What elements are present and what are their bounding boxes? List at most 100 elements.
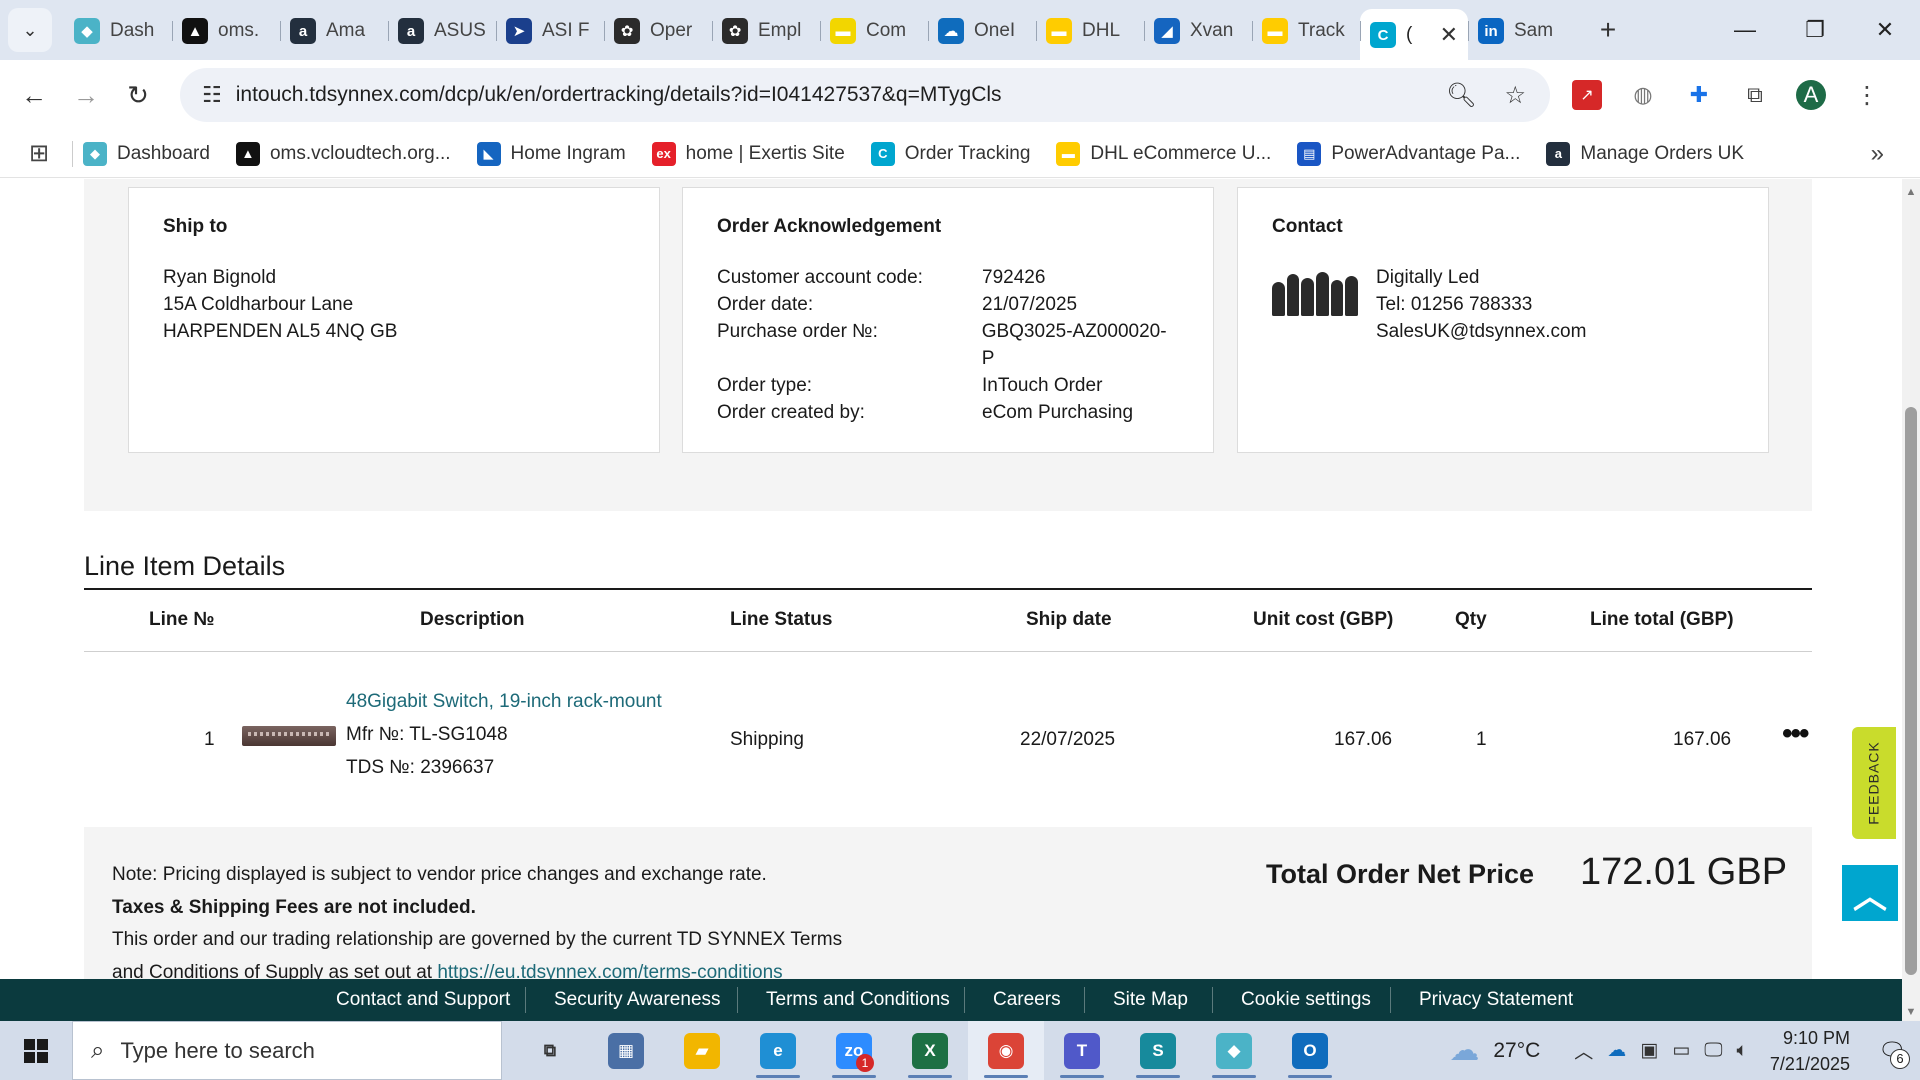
bookmark-item[interactable]: C Order Tracking [870,141,1030,166]
browser-tab[interactable]: ➤ ASI F [496,9,604,53]
taskbar-app[interactable]: O [1272,1021,1348,1080]
reload-button[interactable]: ↻ [112,69,164,121]
bookmark-item[interactable]: ◆ Dashboard [83,141,210,166]
browser-tab[interactable]: ▬ Track [1252,9,1360,53]
url-text[interactable]: intouch.tdsynnex.com/dcp/uk/en/ordertrac… [236,83,1002,107]
browser-tab[interactable]: ▬ Com [820,9,928,53]
contact-phone[interactable]: Tel: 01256 788333 [1376,291,1586,318]
browser-tab[interactable]: ▲ oms. [172,9,280,53]
site-info-icon[interactable]: ☷ [202,82,222,108]
footer-contact-support[interactable]: Contact and Support [336,989,510,1011]
browser-tab[interactable]: in Sam [1468,9,1576,53]
col-header-description[interactable]: Description [420,609,525,631]
tab-title: oms. [218,20,260,41]
bookmark-item[interactable]: a Manage Orders UK [1546,141,1744,166]
col-header-ship-date[interactable]: Ship date [1026,609,1112,631]
browser-tab[interactable]: ✿ Oper [604,9,712,53]
bookmark-item[interactable]: ▲ oms.vcloudtech.org... [235,141,451,166]
page-scrollbar[interactable]: ▲ ▼ [1902,179,1920,1021]
clock-date: 7/21/2025 [1769,1053,1850,1074]
taskbar-app[interactable]: ▦ [588,1021,664,1080]
product-thumbnail[interactable] [242,726,336,746]
close-tab-icon[interactable]: ✕ [1440,22,1458,48]
apps-grid-icon[interactable]: ⊞ [14,139,64,168]
taskbar-app[interactable]: ▰ [664,1021,740,1080]
weather-widget[interactable]: ☁ 27°C [1449,1033,1540,1068]
profile-avatar[interactable]: A [1796,80,1826,110]
col-header-unit-cost[interactable]: Unit cost (GBP) [1253,609,1393,631]
zoom-icon[interactable]: 🔍︎ [1446,81,1476,110]
product-description-link[interactable]: 48Gigabit Switch, 19-inch rack-mount [346,691,662,713]
taskbar-app[interactable]: S [1120,1021,1196,1080]
restore-button[interactable]: ❐ [1780,0,1850,60]
col-header-line-total[interactable]: Line total (GBP) [1590,609,1734,631]
tab-search-button[interactable]: ⌄ [8,8,52,52]
taskbar-app[interactable]: e [740,1021,816,1080]
bookmark-item[interactable]: ▬ DHL eCommerce U... [1056,141,1271,166]
feedback-label: FEEDBACK [1866,741,1882,825]
onedrive-icon[interactable]: ☁ [1607,1039,1626,1062]
footer-security-awareness[interactable]: Security Awareness [554,989,721,1011]
contact-email[interactable]: SalesUK@tdsynnex.com [1376,318,1586,345]
bookmark-item[interactable]: ▤ PowerAdvantage Pa... [1297,141,1520,166]
clock[interactable]: 9:10 PM 7/21/2025 [1770,1025,1850,1077]
footer-separator [1084,987,1085,1013]
footer-site-map[interactable]: Site Map [1113,989,1188,1011]
scrollbar-thumb[interactable] [1905,407,1917,975]
start-button[interactable] [0,1021,72,1080]
browser-tab[interactable]: ☁ OneI [928,9,1036,53]
terms-note-line2: and Conditions of Supply as set out at h… [112,962,783,979]
bookmark-star-icon[interactable]: ☆ [1504,81,1526,110]
footer-privacy-statement[interactable]: Privacy Statement [1419,989,1573,1011]
terms-link[interactable]: https://eu.tdsynnex.com/terms-conditions [437,962,782,979]
crosshair-extension-icon[interactable]: ✚ [1684,80,1714,110]
scroll-up-icon[interactable]: ▲ [1902,183,1920,201]
feedback-button[interactable]: FEEDBACK [1852,727,1896,839]
taskbar-search[interactable]: ⌕ Type here to search [72,1021,502,1080]
taskbar-app[interactable]: ◆ [1196,1021,1272,1080]
browser-tab[interactable]: ◢ Xvan [1144,9,1252,53]
chevron-up-icon[interactable]: ︿ [1574,1037,1593,1064]
footer-careers[interactable]: Careers [993,989,1061,1011]
browser-tab[interactable]: ✿ Empl [712,9,820,53]
menu-kebab-icon[interactable]: ⋮ [1852,80,1882,110]
browser-tab[interactable]: a ASUS [388,9,496,53]
bookmark-item[interactable]: ◣ Home Ingram [476,141,626,166]
extensions-puzzle-icon[interactable]: ⧉ [1740,80,1770,110]
taskbar-app[interactable]: zo 1 [816,1021,892,1080]
more-bookmarks-icon[interactable]: » [1871,140,1884,168]
bookmark-item[interactable]: ex home | Exertis Site [651,141,845,166]
footer-cookie-settings[interactable]: Cookie settings [1241,989,1371,1011]
pdf-extension-icon[interactable]: ↗ [1572,80,1602,110]
browser-tab[interactable]: C (✕ [1360,9,1468,61]
address-bar[interactable]: ☷ intouch.tdsynnex.com/dcp/uk/en/ordertr… [180,68,1550,122]
taskbar-app[interactable]: T [1044,1021,1120,1080]
back-button[interactable]: ← [8,69,60,121]
volume-icon[interactable]: 🔈︎ [1737,1040,1748,1062]
browser-tab[interactable]: ◆ Dash [64,9,172,53]
row-actions-icon[interactable]: ••• [1782,717,1809,751]
col-header-line[interactable]: Line № [149,609,215,631]
taskbar-app[interactable]: X [892,1021,968,1080]
minimize-button[interactable]: — [1710,0,1780,60]
close-window-button[interactable]: ✕ [1850,0,1920,60]
taskbar-app[interactable]: ⧉ [512,1021,588,1080]
scroll-to-top-button[interactable]: ︿ [1842,865,1898,921]
browser-tab[interactable]: a Ama [280,9,388,53]
col-header-line-status[interactable]: Line Status [730,609,832,631]
forward-button[interactable]: → [60,69,112,121]
ship-to-street: 15A Coldharbour Lane [163,294,354,315]
scroll-down-icon[interactable]: ▼ [1902,1003,1920,1021]
taskbar-app[interactable]: ◉ [968,1021,1044,1080]
browser-tab[interactable]: ▬ DHL [1036,9,1144,53]
battery-icon[interactable]: ▭ [1672,1039,1690,1062]
footer-terms[interactable]: Terms and Conditions [766,989,950,1011]
new-tab-button[interactable]: + [1586,8,1630,52]
col-header-qty[interactable]: Qty [1455,609,1487,631]
network-icon[interactable]: 🖵︎ [1704,1040,1722,1062]
notification-center-button[interactable]: 🗨︎ 6 [1872,1031,1912,1071]
ship-to-card: Ship to Ryan Bignold 15A Coldharbour Lan… [128,187,660,453]
globe-extension-icon[interactable]: ◍ [1628,80,1658,110]
meet-now-icon[interactable]: ▣ [1640,1039,1658,1062]
order-ack-row: Purchase order №: GBQ3025-AZ000020-P [717,318,1179,372]
